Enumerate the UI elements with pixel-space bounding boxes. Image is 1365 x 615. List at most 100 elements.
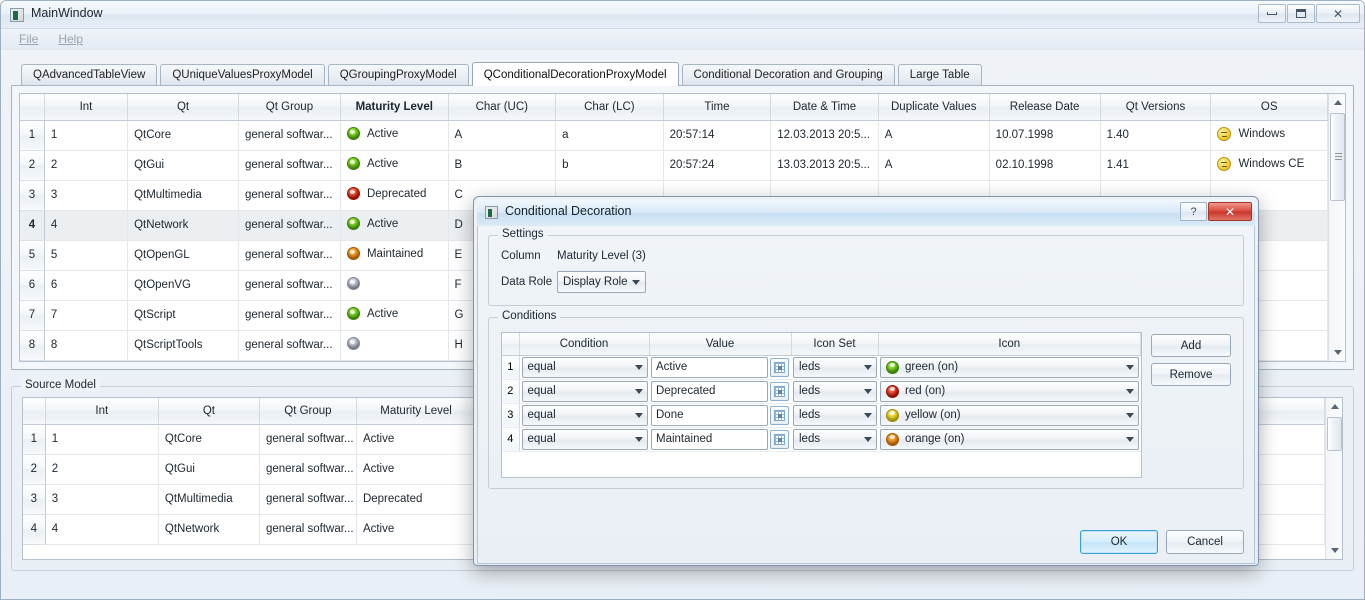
row-header[interactable]: 8 [20, 330, 44, 360]
tab-qadvancedtableview[interactable]: QAdvancedTableView [21, 64, 157, 85]
maximize-button[interactable] [1287, 4, 1315, 23]
row-header[interactable]: 4 [502, 427, 519, 451]
icon-combobox[interactable]: red (on) [880, 381, 1139, 402]
row-header[interactable]: 5 [20, 240, 44, 270]
row-header[interactable]: 2 [502, 379, 519, 403]
tab-qgroupingproxymodel[interactable]: QGroupingProxyModel [328, 64, 469, 85]
col-int[interactable]: Int [45, 398, 158, 424]
source-model-vertical-scrollbar[interactable] [1325, 398, 1342, 559]
row-header[interactable]: 3 [23, 484, 45, 514]
table-row[interactable]: 2 2 QtGui general softwar... Active B b … [20, 150, 1328, 180]
table-row[interactable]: 1 1 QtCore general softwar... Active A a… [20, 120, 1328, 150]
condition-combobox[interactable]: equal [522, 357, 649, 378]
col-qt[interactable]: Qt [128, 94, 239, 120]
cell-qt-group: general softwar... [238, 330, 340, 360]
chevron-up-icon [1334, 100, 1342, 105]
scroll-down-button[interactable] [1326, 542, 1343, 559]
scrollbar-thumb[interactable] [1327, 417, 1342, 451]
row-header[interactable]: 3 [20, 180, 44, 210]
cell-qt: QtOpenVG [128, 270, 239, 300]
value-input[interactable]: Active [651, 357, 768, 378]
value-picker-button[interactable] [770, 358, 789, 377]
col-condition[interactable]: Condition [519, 333, 649, 355]
menu-help[interactable]: Help [48, 30, 93, 48]
row-header[interactable]: 2 [23, 454, 45, 484]
icon-combobox[interactable]: green (on) [880, 357, 1139, 378]
close-button[interactable]: ✕ [1316, 4, 1360, 23]
conditions-corner[interactable] [502, 333, 519, 355]
col-char-uc[interactable]: Char (UC) [448, 94, 556, 120]
remove-button[interactable]: Remove [1151, 363, 1231, 386]
row-header[interactable]: 1 [23, 424, 45, 454]
icon-set-combobox[interactable]: leds [793, 357, 877, 378]
proxy-table-vertical-scrollbar[interactable] [1328, 94, 1345, 361]
condition-combobox[interactable]: equal [522, 381, 649, 402]
row-header[interactable]: 1 [502, 355, 519, 379]
col-qt[interactable]: Qt [158, 398, 259, 424]
col-char-lc[interactable]: Char (LC) [556, 94, 664, 120]
icon-set-combobox[interactable]: leds [793, 405, 877, 426]
tab-large-table[interactable]: Large Table [898, 64, 982, 85]
conditions-table-view[interactable]: Condition Value Icon Set Icon 1 equal [501, 332, 1142, 478]
value-picker-button[interactable] [770, 382, 789, 401]
col-qt-group[interactable]: Qt Group [238, 94, 340, 120]
icon-combobox[interactable]: orange (on) [880, 429, 1139, 450]
condition-row[interactable]: 2 equal Deprecated [502, 379, 1141, 403]
col-icon-set[interactable]: Icon Set [791, 333, 878, 355]
icon-combobox[interactable]: yellow (on) [880, 405, 1139, 426]
cell-value: Deprecated [649, 379, 791, 403]
row-header[interactable]: 2 [20, 150, 44, 180]
dialog-close-button[interactable]: ✕ [1208, 202, 1252, 221]
row-header[interactable]: 4 [20, 210, 44, 240]
tab-conditional-decoration-and-grouping[interactable]: Conditional Decoration and Grouping [682, 64, 895, 85]
cancel-button[interactable]: Cancel [1166, 530, 1244, 554]
col-date-time[interactable]: Date & Time [771, 94, 879, 120]
col-value[interactable]: Value [649, 333, 791, 355]
condition-combobox[interactable]: equal [522, 429, 649, 450]
row-header[interactable]: 1 [20, 120, 44, 150]
scroll-up-button[interactable] [1326, 398, 1343, 415]
condition-row[interactable]: 1 equal Active [502, 355, 1141, 379]
value-input[interactable]: Deprecated [651, 381, 768, 402]
tab-qconditionaldecorationproxymodel[interactable]: QConditionalDecorationProxyModel [472, 62, 679, 86]
col-release-date[interactable]: Release Date [989, 94, 1100, 120]
row-header[interactable]: 6 [20, 270, 44, 300]
minimize-button[interactable] [1258, 4, 1286, 23]
condition-row[interactable]: 3 equal Done [502, 403, 1141, 427]
conditions-fieldset: Conditions Condition Value Icon Set Icon [488, 317, 1244, 489]
value-picker-button[interactable] [770, 406, 789, 425]
row-header[interactable]: 4 [23, 514, 45, 544]
tab-quniquevaluesproxymodel[interactable]: QUniqueValuesProxyModel [160, 64, 324, 85]
icon-set-combobox[interactable]: leds [793, 429, 877, 450]
cell-date-time: 12.03.2013 20:5... [771, 120, 879, 150]
row-header[interactable]: 7 [20, 300, 44, 330]
value-picker-button[interactable] [770, 430, 789, 449]
col-os[interactable]: OS [1211, 94, 1328, 120]
row-header[interactable]: 3 [502, 403, 519, 427]
col-int[interactable]: Int [44, 94, 127, 120]
col-qt-versions[interactable]: Qt Versions [1100, 94, 1211, 120]
ok-button[interactable]: OK [1080, 530, 1158, 554]
cell-value: Active [649, 355, 791, 379]
scroll-up-button[interactable] [1329, 94, 1346, 111]
value-input[interactable]: Done [651, 405, 768, 426]
col-icon[interactable]: Icon [878, 333, 1141, 355]
settings-fieldset: Settings Column Maturity Level (3) Data … [488, 235, 1244, 306]
scrollbar-thumb[interactable] [1330, 113, 1345, 201]
col-qt-group[interactable]: Qt Group [259, 398, 356, 424]
dialog-help-button[interactable]: ? [1180, 202, 1207, 221]
select-all-corner[interactable] [20, 94, 44, 120]
add-button[interactable]: Add [1151, 334, 1231, 357]
col-maturity-level[interactable]: Maturity Level [356, 398, 475, 424]
col-duplicate-values[interactable]: Duplicate Values [878, 94, 989, 120]
condition-combobox[interactable]: equal [522, 405, 649, 426]
icon-set-combobox[interactable]: leds [793, 381, 877, 402]
value-input[interactable]: Maintained [651, 429, 768, 450]
select-all-corner[interactable] [23, 398, 45, 424]
col-maturity-level[interactable]: Maturity Level [340, 94, 448, 120]
condition-row[interactable]: 4 equal Maintained [502, 427, 1141, 451]
scroll-down-button[interactable] [1329, 344, 1346, 361]
data-role-combobox[interactable]: Display Role [557, 271, 646, 293]
menu-file[interactable]: File [9, 30, 48, 48]
col-time[interactable]: Time [663, 94, 771, 120]
